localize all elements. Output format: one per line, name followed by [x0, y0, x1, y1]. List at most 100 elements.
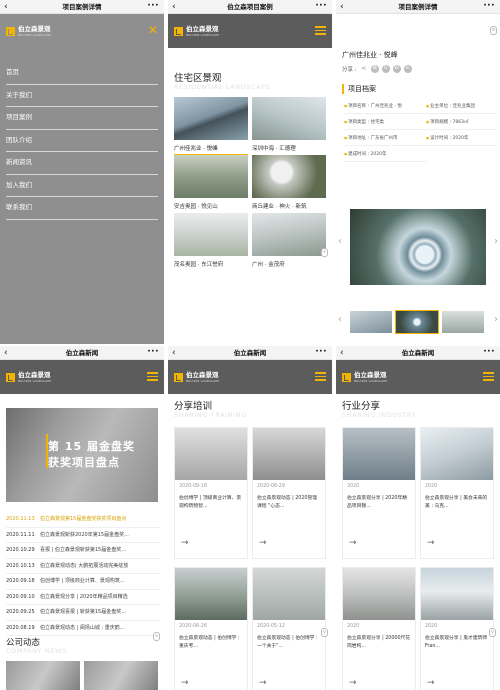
project-card[interactable]: 茂名奥园 · 东江誉府 [174, 213, 248, 271]
article-card[interactable]: 2020 伯立森景观分享 | 美会未来的美 : 乌克... → [420, 427, 494, 559]
news-date: 2020.09.18 [6, 578, 35, 584]
card-title: 伯立森景观分享 | 20000尺花岗岩构... [347, 636, 411, 649]
news-date: 2020.11.13 [6, 516, 35, 522]
project-name: 广州佳兆业 · 悦峰 [174, 140, 248, 155]
article-card[interactable]: 2020-08-29 伯立森景观动态 | 2020管理课程 "心态... → [252, 427, 326, 559]
project-card[interactable]: 安吉奥园 · 悦见山 [174, 155, 248, 213]
nav-item-projects[interactable]: 项目案例 [6, 107, 158, 130]
project-card[interactable]: 商丘建业 · 神火 · 新筑 [252, 155, 326, 213]
card-date: 2020-08-29 [257, 484, 285, 489]
news-row[interactable]: 2020.09.18 伯创博学 | 顶级商业计算、景观构筑... [6, 574, 160, 590]
linkedin-icon[interactable]: in [403, 65, 412, 73]
card-image [253, 568, 325, 620]
nav-item-home[interactable]: 首页 [6, 62, 158, 85]
back-icon[interactable]: ‹ [172, 0, 176, 14]
nav-item-contact[interactable]: 联系我们 [6, 197, 158, 220]
nav-item-team[interactable]: 团队介绍 [6, 130, 158, 152]
article-card[interactable]: 2020-05-12 伯立森景观动态 | 伯创博学 : 一个关于"... → [252, 567, 326, 690]
share-row: 分享 : ⋖ 微 Q W in [336, 60, 500, 78]
company-news-images [6, 661, 158, 690]
project-image [174, 155, 248, 198]
logo-subtext: BOLISEN LANDSCAPE [186, 32, 220, 37]
banner-title-line2: 获奖项目盘点 [48, 456, 120, 469]
logo[interactable]: 伯立森景观 BOLISEN LANDSCAPE [174, 372, 219, 383]
back-icon[interactable]: ‹ [4, 0, 8, 14]
scroll-down-icon[interactable]: ∨ [489, 628, 496, 637]
weibo-icon[interactable]: 微 [370, 65, 379, 73]
arrow-right-icon[interactable]: → [349, 538, 357, 548]
more-icon[interactable]: ··· [315, 346, 327, 358]
section-ghost-title: SHARING INDUSTRY [342, 411, 417, 419]
news-row[interactable]: 2020.09.10 伯立森景观分享 | 2020年精品项目精选 [6, 590, 160, 605]
thumb-prev-arrow-icon[interactable]: ‹ [338, 314, 342, 325]
thumbnail[interactable] [350, 311, 392, 333]
scroll-up-icon[interactable]: ≡ [490, 26, 497, 35]
back-icon[interactable]: ‹ [4, 346, 8, 360]
archive-item: 项目规模 : 7863㎡ [426, 114, 496, 130]
article-card[interactable]: 2020 伯立森景观分享 | 20000尺花岗岩构... → [342, 567, 416, 690]
arrow-right-icon[interactable]: → [259, 678, 267, 688]
arrow-right-icon[interactable]: → [181, 678, 189, 688]
news-list: 2020.11.13 伯立森景观第15届金盘奖获奖项目盘点 2020.11.11… [6, 512, 160, 636]
close-icon[interactable]: ✕ [148, 23, 158, 37]
article-card[interactable]: 2020-06-26 伯立森景观动态 | 伯创博学 : 重庆考... → [174, 567, 248, 690]
more-icon[interactable]: ··· [483, 0, 495, 12]
project-card[interactable]: 广州佳兆业 · 悦峰 [174, 97, 248, 155]
qq-icon[interactable]: Q [381, 65, 390, 73]
wechat-icon[interactable]: W [392, 65, 401, 73]
arrow-right-icon[interactable]: → [349, 678, 357, 688]
arrow-right-icon[interactable]: → [427, 538, 435, 548]
logo[interactable]: 伯立森景观 BOLISEN LANDSCAPE [174, 26, 219, 37]
more-icon[interactable]: ··· [315, 0, 327, 12]
project-image [174, 213, 248, 256]
scroll-down-icon[interactable]: ∨ [321, 628, 328, 637]
scroll-down-icon[interactable]: ∨ [153, 632, 160, 641]
back-icon[interactable]: ‹ [340, 346, 344, 360]
news-row[interactable]: 2020.11.13 伯立森景观第15届金盘奖获奖项目盘点 [6, 512, 160, 528]
thumb-next-arrow-icon[interactable]: › [494, 314, 498, 325]
news-date: 2020.08.19 [6, 624, 35, 631]
news-row[interactable]: 2020.08.19 伯立森景观动态 | 阖扬山城 : 重庆鹤... [6, 621, 160, 636]
hamburger-icon[interactable] [483, 372, 494, 381]
news-row[interactable]: 2020.09.25 伯立森景观喜报 | 斩获第15届金盘奖... [6, 605, 160, 621]
card-date: 2020-06-26 [179, 624, 207, 629]
article-card[interactable]: 2020 伯立森景观分享 | 2020年精品项目锦... → [342, 427, 416, 559]
thumbnail[interactable] [442, 311, 484, 333]
share-icon[interactable]: ⋖ [360, 65, 368, 73]
nav-item-news[interactable]: 新闻资讯 [6, 152, 158, 175]
wechat-title: 伯立森新闻 [401, 349, 435, 357]
panel-industry: ‹ 伯立森新闻 ··· 伯立森景观 BOLISEN LANDSCAPE 行业分享… [336, 346, 500, 690]
more-icon[interactable]: ··· [147, 0, 159, 12]
hamburger-icon[interactable] [315, 26, 326, 35]
news-image[interactable] [84, 661, 158, 690]
project-card[interactable]: 深圳中海 · 汇德理 [252, 97, 326, 155]
article-card[interactable]: 2020-09-18 伯创博学 | 顶级商业计算、景观构筑物智... → [174, 427, 248, 559]
news-image[interactable] [6, 661, 80, 690]
more-icon[interactable]: ··· [147, 346, 159, 358]
logo[interactable]: 伯立森景观 BOLISEN LANDSCAPE [342, 372, 387, 383]
more-icon[interactable]: ··· [483, 346, 495, 358]
nav-item-about[interactable]: 关于我们 [6, 85, 158, 107]
thumbnail[interactable] [395, 310, 439, 334]
hamburger-icon[interactable] [315, 372, 326, 381]
news-banner[interactable]: 第 15 届金盘奖 获奖项目盘点 [6, 408, 158, 502]
next-arrow-icon[interactable]: › [494, 236, 498, 247]
scroll-down-icon[interactable]: ∨ [321, 248, 328, 257]
hamburger-icon[interactable] [147, 372, 158, 381]
news-row[interactable]: 2020.10.29 喜报 | 伯立森景观斩获第15届金盘奖... [6, 543, 160, 559]
arrow-right-icon[interactable]: → [259, 538, 267, 548]
arrow-right-icon[interactable]: → [181, 538, 189, 548]
arrow-right-icon[interactable]: → [427, 678, 435, 688]
article-card[interactable]: 2020 伯立森景观分享 | 鬼才建筑师Fran... → [420, 567, 494, 690]
logo-mark-icon [174, 26, 183, 36]
back-icon[interactable]: ‹ [172, 346, 176, 360]
logo[interactable]: 伯立森景观 BOLISEN LANDSCAPE [6, 26, 51, 37]
news-row[interactable]: 2020.11.11 伯立森景观斩获2020年第15届金盘奖... [6, 528, 160, 543]
logo[interactable]: 伯立森景观 BOLISEN LANDSCAPE [6, 372, 51, 383]
news-row[interactable]: 2020.10.13 伯立森景观动态| 大鹏拓展活动完美绽放 [6, 559, 160, 574]
project-card[interactable]: 广州 · 金茂府 [252, 213, 326, 271]
back-icon[interactable]: ‹ [340, 0, 344, 14]
prev-arrow-icon[interactable]: ‹ [338, 236, 342, 247]
nav-item-join[interactable]: 加入我们 [6, 175, 158, 197]
archive-item: 业主单位 : 佳兆业集团 [426, 98, 496, 114]
